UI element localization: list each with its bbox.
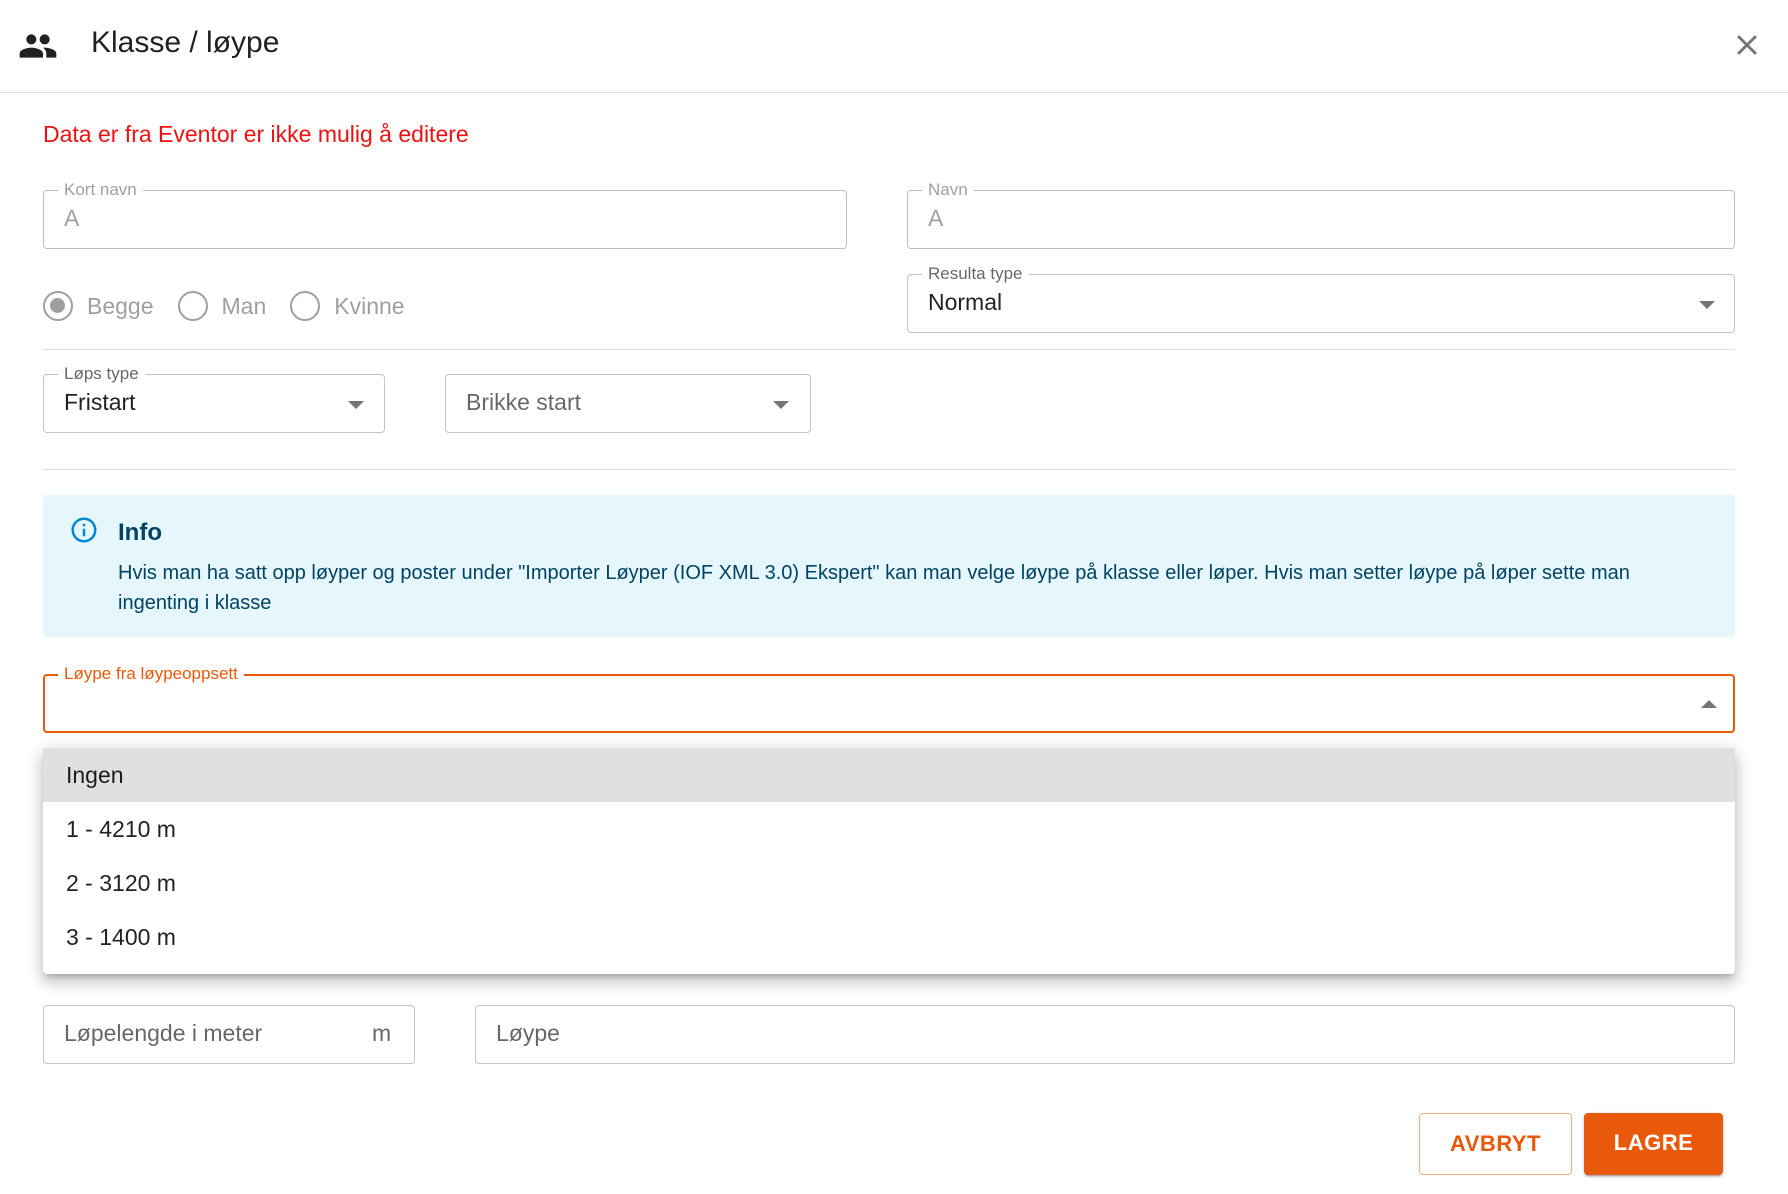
chevron-down-icon [348, 401, 364, 409]
course-from-setup-select[interactable]: Løype fra løypeoppsett [43, 664, 1735, 733]
course-dropdown-menu: Ingen 1 - 4210 m 2 - 3120 m 3 - 1400 m [43, 748, 1735, 974]
course-placeholder: Løype [496, 1020, 560, 1046]
people-icon [19, 34, 57, 58]
radio-unchecked-icon [290, 291, 321, 321]
menu-item[interactable]: 3 - 1400 m [43, 910, 1735, 964]
dialog-header: Klasse / løype [0, 0, 1788, 93]
info-text: Hvis man ha satt opp løyper og poster un… [118, 562, 1630, 614]
course-from-setup-label: Løype fra løypeoppsett [58, 664, 244, 684]
gender-radio-group: Begge Man Kvinne [43, 290, 429, 322]
divider [43, 469, 1735, 470]
chip-start-placeholder: Brikke start [466, 389, 582, 415]
result-type-label: Resulta type [922, 264, 1029, 284]
short-name-label: Kort navn [58, 180, 143, 200]
chevron-down-icon [773, 401, 789, 409]
length-field[interactable]: Løpelengde i meter m [43, 1005, 415, 1064]
radio-kvinne[interactable]: Kvinne [290, 291, 405, 321]
radio-checked-icon [43, 291, 73, 321]
race-type-value: Fristart [64, 389, 136, 415]
menu-item[interactable]: 2 - 3120 m [43, 856, 1735, 910]
name-value: A [928, 205, 944, 231]
short-name-value: A [64, 205, 80, 231]
name-field: Navn A [907, 180, 1735, 249]
course-field[interactable]: Løype [475, 1005, 1735, 1064]
radio-begge[interactable]: Begge [43, 291, 154, 321]
menu-item[interactable]: Ingen [43, 748, 1735, 802]
info-alert: Info Hvis man ha satt opp løyper og post… [43, 495, 1735, 637]
menu-item[interactable]: 1 - 4210 m [43, 802, 1735, 856]
name-label: Navn [922, 180, 974, 200]
radio-man[interactable]: Man [177, 291, 267, 321]
radio-unchecked-icon [177, 291, 208, 321]
chip-start-select[interactable]: Brikke start [445, 374, 811, 433]
length-placeholder: Løpelengde i meter [64, 1020, 263, 1046]
eventor-warning: Data er fra Eventor er ikke mulig å edit… [43, 121, 469, 147]
divider [43, 349, 1735, 350]
race-type-label: Løps type [58, 364, 145, 384]
short-name-field: Kort navn A [43, 180, 847, 249]
info-title: Info [118, 519, 162, 546]
chevron-down-icon [1699, 301, 1715, 309]
close-icon[interactable] [1730, 28, 1764, 62]
radio-label: Man [221, 292, 267, 319]
radio-label: Begge [87, 292, 154, 319]
result-type-select[interactable]: Resulta type Normal [907, 264, 1735, 333]
race-type-select[interactable]: Løps type Fristart [43, 364, 385, 433]
result-type-value: Normal [928, 289, 1003, 315]
save-button[interactable]: LAGRE [1584, 1113, 1723, 1175]
cancel-button[interactable]: AVBRYT [1419, 1113, 1572, 1175]
dialog-title: Klasse / løype [91, 26, 280, 59]
chevron-up-icon [1701, 700, 1717, 708]
radio-label: Kvinne [334, 292, 405, 319]
length-unit: m [372, 1020, 392, 1046]
info-icon [71, 517, 97, 543]
